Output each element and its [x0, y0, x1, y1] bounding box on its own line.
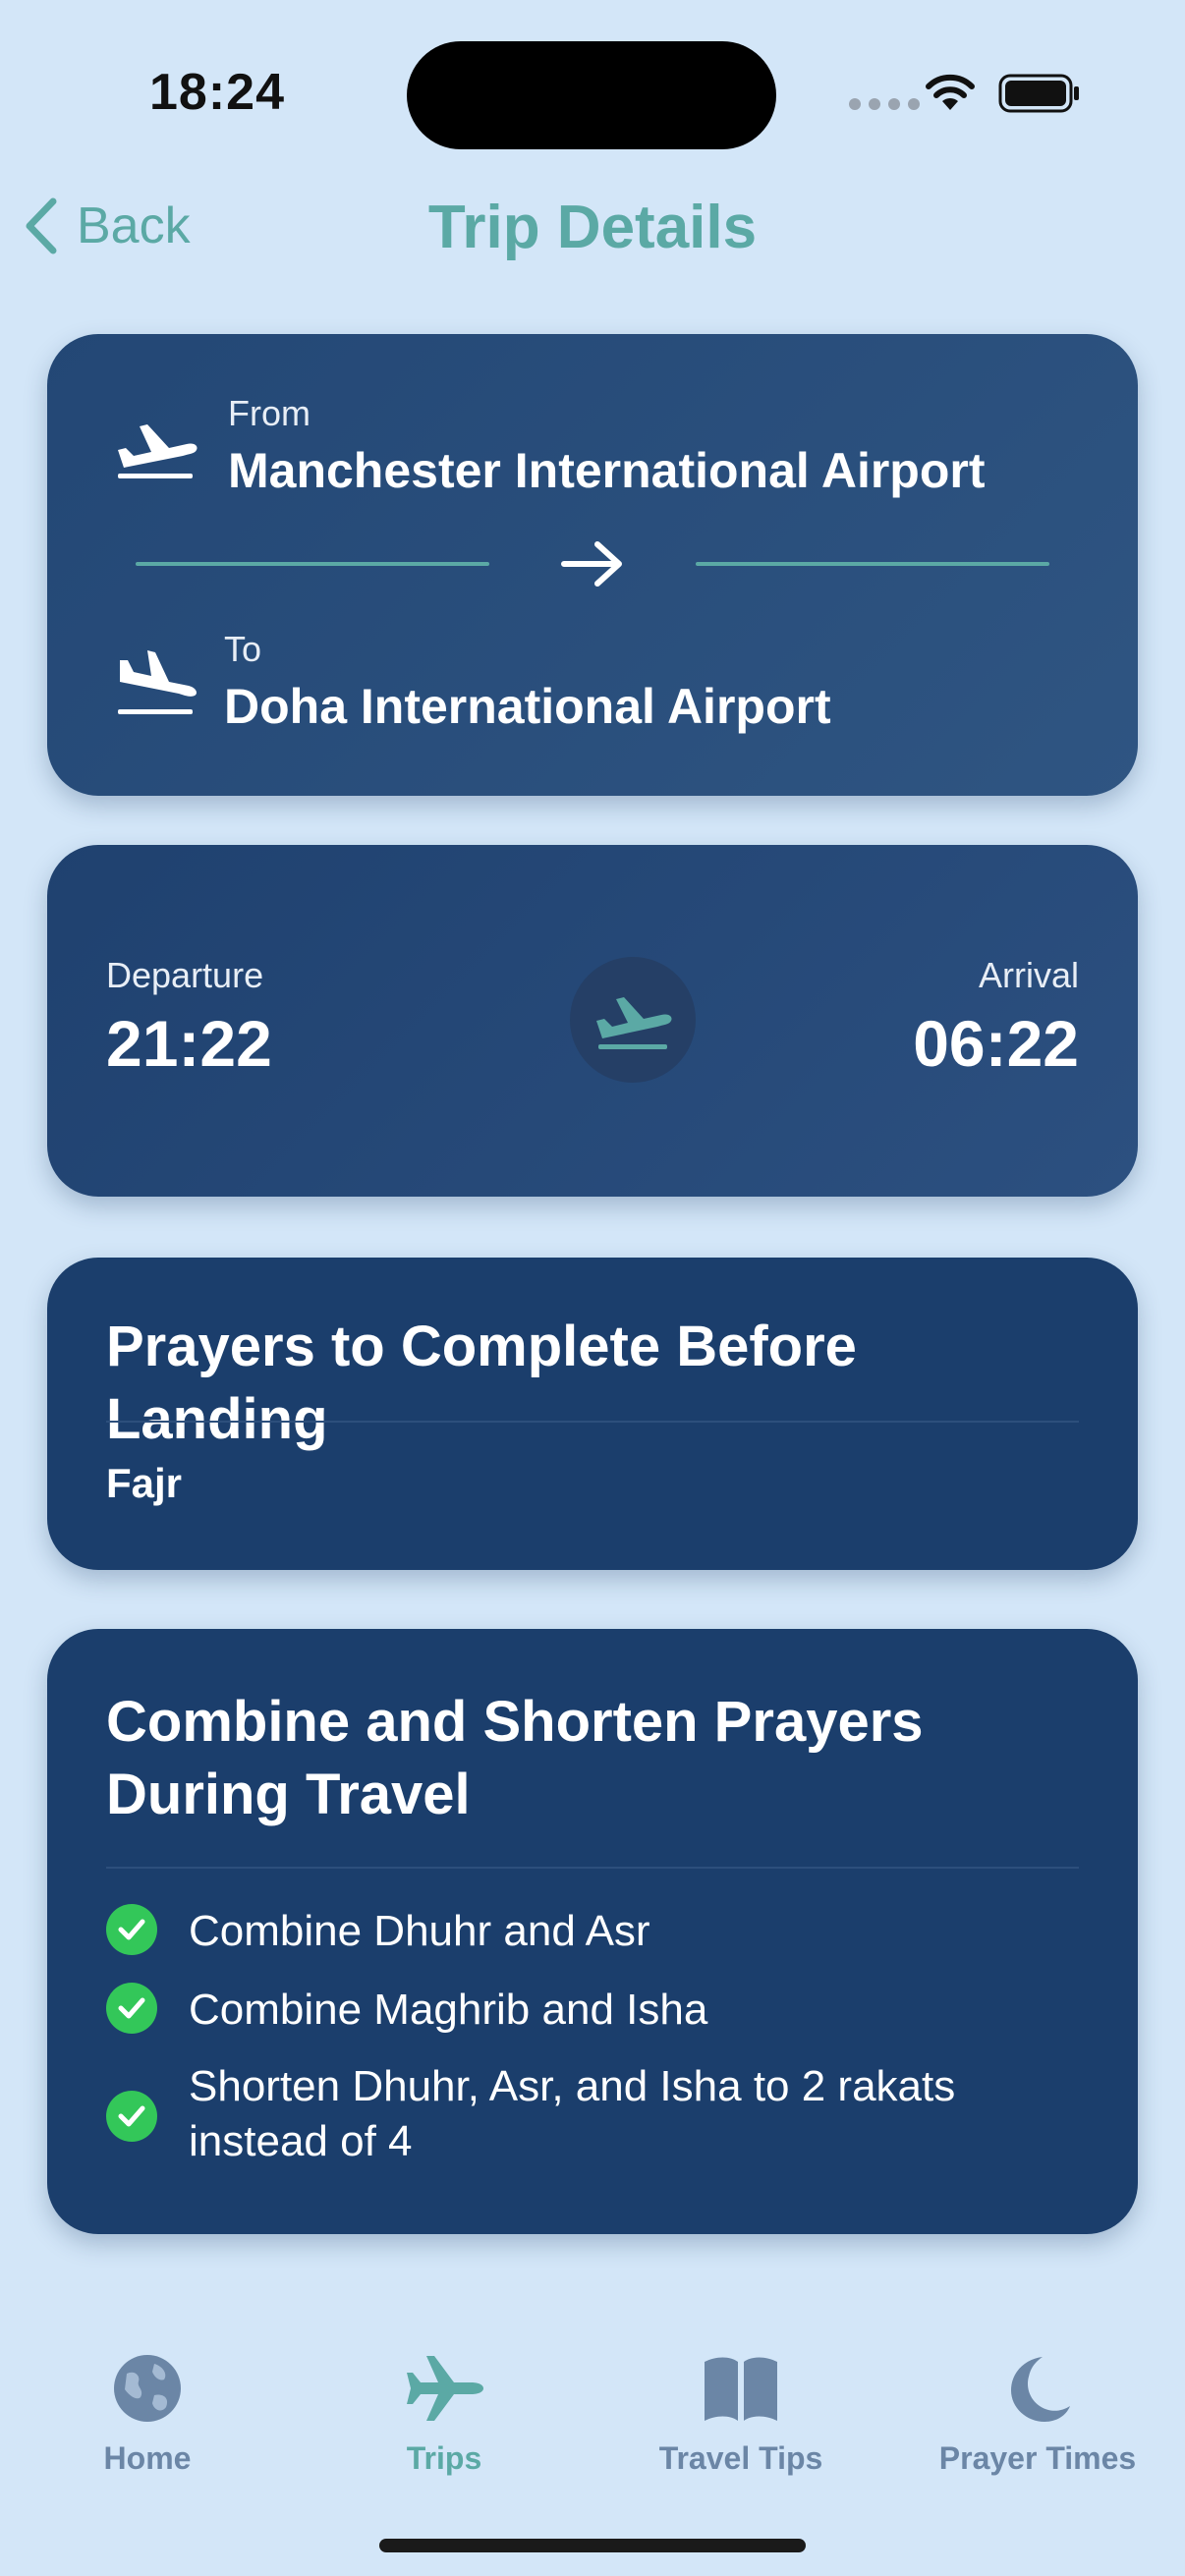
checkmark-circle-icon: [106, 2091, 157, 2142]
list-item-text: Combine Maghrib and Isha: [189, 1986, 708, 2034]
tab-prayer-times[interactable]: Prayer Times: [890, 2344, 1185, 2477]
home-indicator: [379, 2539, 806, 2552]
list-item: Shorten Dhuhr, Asr, and Isha to 2 rakats…: [106, 2059, 1079, 2169]
prayers-before-landing-card: Prayers to Complete Before Landing Fajr: [47, 1258, 1138, 1570]
tab-label: Trips: [406, 2440, 482, 2476]
list-item-text: Shorten Dhuhr, Asr, and Isha to 2 rakats…: [189, 2062, 956, 2165]
tab-label: Home: [103, 2440, 192, 2476]
departure-label: Departure: [106, 955, 264, 995]
to-airport: Doha International Airport: [224, 679, 831, 734]
prayer-item: Fajr: [106, 1460, 183, 1506]
wifi-icon: [926, 74, 975, 110]
battery-icon: [998, 74, 1079, 113]
divider: [106, 1421, 1079, 1423]
departure-time: 21:22: [106, 1007, 272, 1080]
plane-arrival-icon: [118, 650, 197, 714]
airplane-icon: [407, 2356, 483, 2421]
list-item-text: Combine Dhuhr and Asr: [189, 1907, 650, 1955]
tab-label: Prayer Times: [938, 2440, 1137, 2476]
plane-departure-icon: [596, 997, 672, 1049]
arrival-label: Arrival: [978, 955, 1079, 995]
route-line-left: [136, 562, 489, 566]
tab-label: Travel Tips: [658, 2440, 823, 2476]
combine-shorten-card: Combine and Shorten Prayers During Trave…: [47, 1629, 1138, 2234]
tab-trips[interactable]: Trips: [297, 2344, 592, 2477]
cellular-signal-icon: [849, 98, 920, 110]
from-airport: Manchester International Airport: [228, 443, 986, 498]
combine-card-title: Combine and Shorten Prayers During Trave…: [106, 1690, 924, 1826]
arrival-time: 06:22: [913, 1007, 1079, 1080]
list-item: Combine Dhuhr and Asr: [106, 1904, 1079, 1959]
list-item: Combine Maghrib and Isha: [106, 1983, 1079, 2038]
status-time: 18:24: [149, 64, 285, 121]
divider: [106, 1867, 1079, 1869]
moon-icon: [1011, 2357, 1070, 2422]
checkmark-circle-icon: [106, 1904, 157, 1955]
tab-home[interactable]: Home: [0, 2344, 295, 2477]
flight-icon-badge: [570, 957, 696, 1083]
route-card: From Manchester International Airport To…: [47, 334, 1138, 796]
globe-icon: [114, 2355, 181, 2422]
plane-departure-icon: [118, 424, 198, 478]
arrow-right-icon: [561, 541, 622, 587]
route-line-right: [696, 562, 1049, 566]
to-label: To: [224, 629, 262, 669]
page-title: Trip Details: [427, 194, 758, 261]
prayers-card-title: Prayers to Complete Before Landing: [106, 1315, 857, 1451]
dynamic-island: [407, 41, 776, 149]
tab-travel-tips[interactable]: Travel Tips: [593, 2344, 888, 2477]
times-card: Departure 21:22 Arrival 06:22: [47, 845, 1138, 1197]
checkmark-circle-icon: [106, 1983, 157, 2034]
book-icon: [705, 2357, 777, 2421]
from-label: From: [228, 393, 310, 433]
